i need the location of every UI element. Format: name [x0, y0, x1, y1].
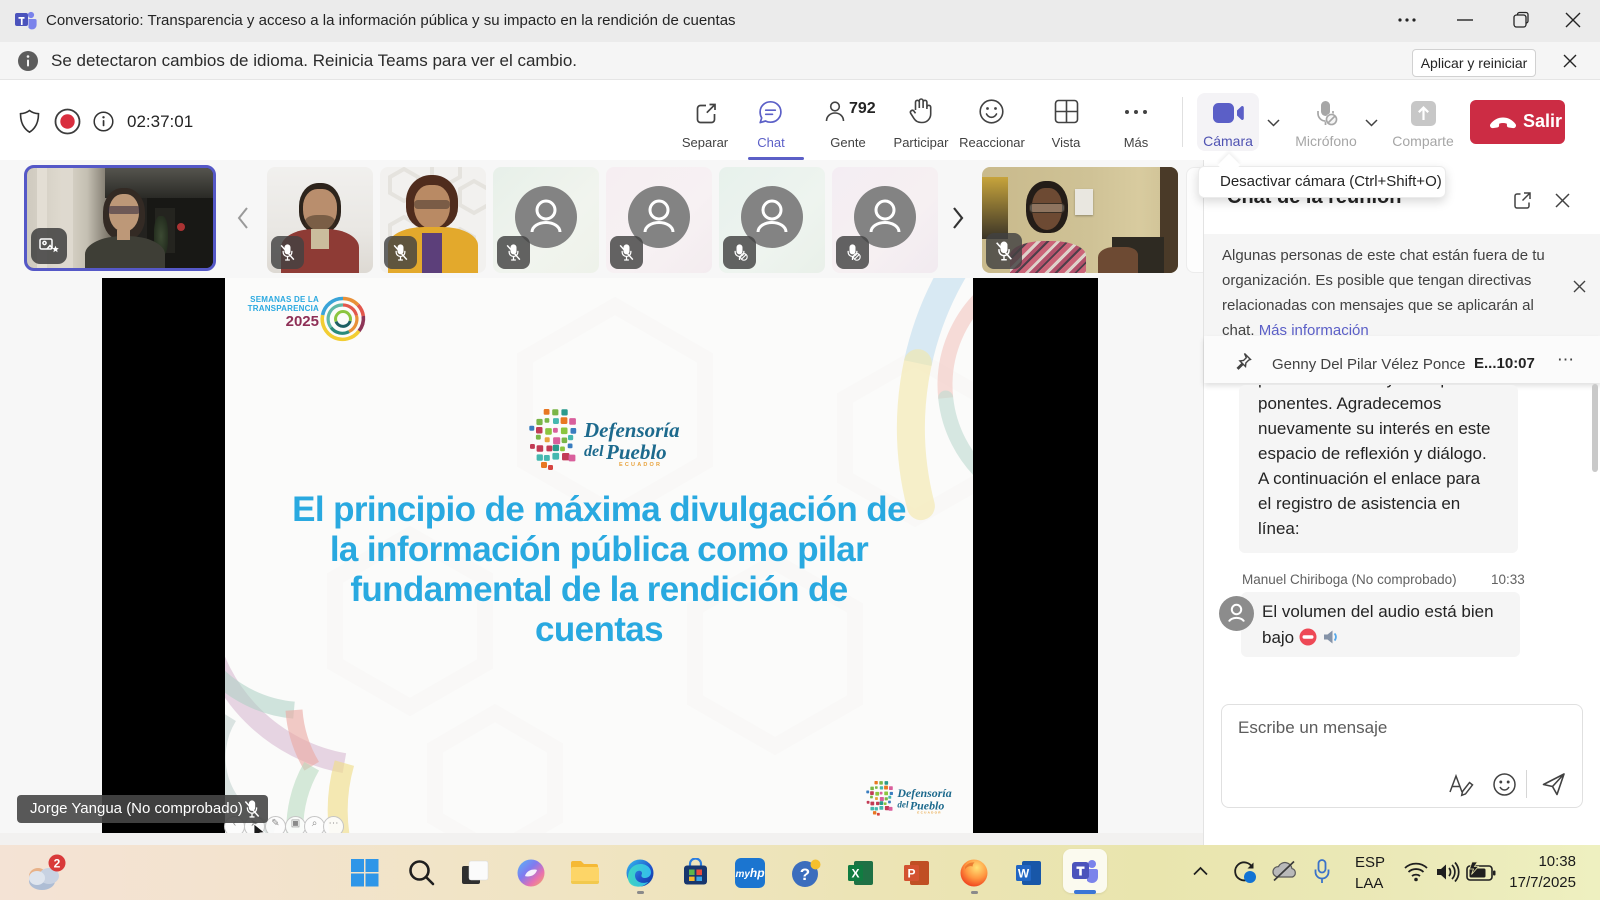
- svg-text:del: del: [584, 443, 604, 460]
- svg-text:W: W: [1018, 867, 1030, 881]
- svg-text:Defensoría: Defensoría: [583, 418, 680, 442]
- svg-text:ECUADOR: ECUADOR: [619, 462, 662, 468]
- svg-text:Pueblo: Pueblo: [605, 440, 667, 464]
- svg-text:2: 2: [54, 857, 61, 871]
- svg-text:X: X: [851, 867, 859, 881]
- svg-text:P: P: [907, 867, 915, 881]
- svg-text:?: ?: [800, 865, 810, 884]
